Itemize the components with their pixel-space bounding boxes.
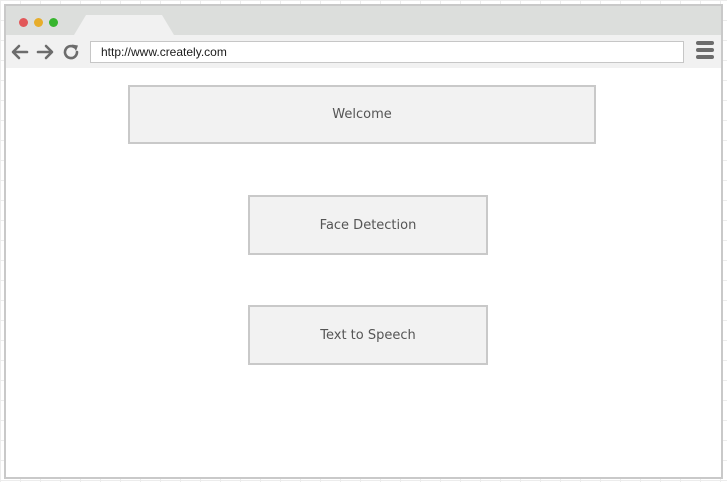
welcome-label: Welcome [332, 107, 392, 122]
text-to-speech-button[interactable]: Text to Speech [248, 305, 488, 365]
face-detection-label: Face Detection [319, 217, 417, 233]
address-bar[interactable]: http://www.creately.com [90, 41, 684, 63]
reload-icon[interactable] [62, 43, 80, 61]
browser-window: http://www.creately.com Welcome Face Det… [4, 4, 723, 479]
close-window-icon[interactable] [19, 18, 28, 27]
face-detection-button[interactable]: Face Detection [248, 195, 488, 255]
arrow-left-icon[interactable] [11, 43, 29, 61]
text-to-speech-label: Text to Speech [320, 327, 416, 343]
hamburger-menu-icon[interactable] [696, 41, 716, 61]
welcome-button[interactable]: Welcome [128, 85, 596, 144]
arrow-right-icon[interactable] [36, 43, 54, 61]
minimize-window-icon[interactable] [34, 18, 43, 27]
page-content: Welcome Face Detection Text to Speech [6, 68, 721, 477]
browser-tab[interactable] [74, 15, 174, 35]
maximize-window-icon[interactable] [49, 18, 58, 27]
browser-toolbar: http://www.creately.com [6, 35, 721, 68]
address-url: http://www.creately.com [101, 45, 227, 59]
title-bar [6, 6, 721, 35]
